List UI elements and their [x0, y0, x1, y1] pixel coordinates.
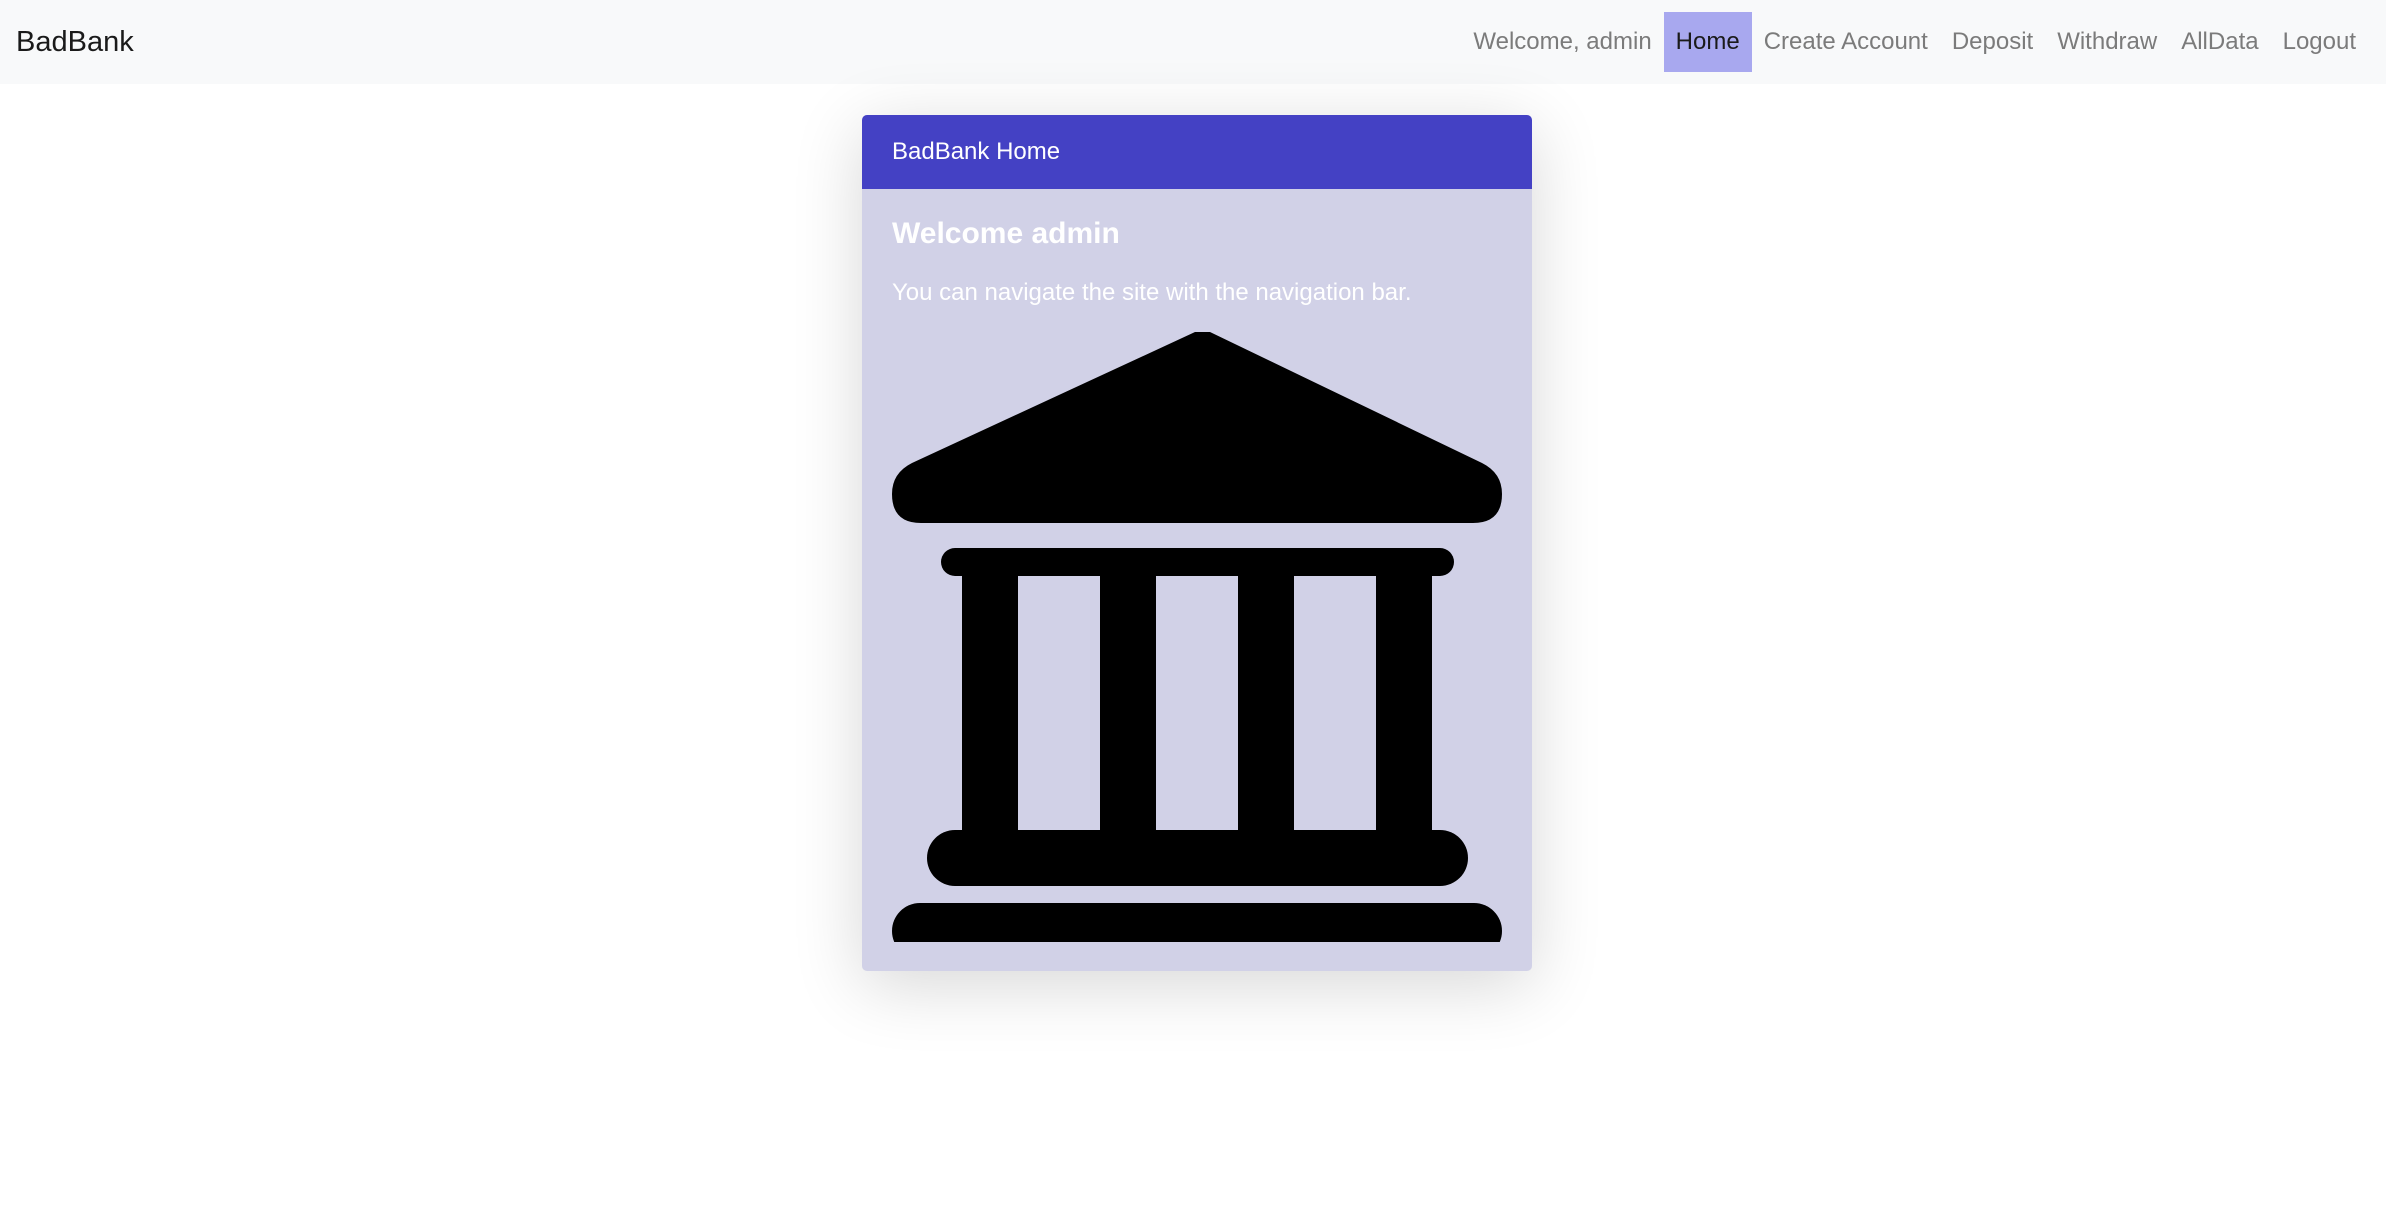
nav-home-link[interactable]: Home — [1663, 12, 1752, 72]
card-text: You can navigate the site with the navig… — [892, 279, 1412, 306]
nav-create-account-link[interactable]: Create Account — [1752, 12, 1940, 72]
nav-logout-link[interactable]: Logout — [2271, 12, 2368, 72]
bank-icon — [892, 332, 1502, 942]
nav-links: Welcome, admin Home Create Account Depos… — [1461, 0, 2368, 84]
welcome-text: Welcome, admin — [1473, 28, 1652, 55]
card-header: BadBank Home — [862, 115, 1532, 189]
card-title: Welcome admin — [892, 217, 1120, 250]
nav-alldata-link[interactable]: AllData — [2169, 12, 2270, 72]
home-card: BadBank Home Welcome admin You can navig… — [862, 115, 1532, 971]
nav-deposit-link[interactable]: Deposit — [1940, 12, 2045, 72]
navbar: BadBank Welcome, admin Home Create Accou… — [0, 0, 2386, 84]
brand-link[interactable]: BadBank — [16, 26, 134, 59]
nav-withdraw-link[interactable]: Withdraw — [2045, 12, 2169, 72]
